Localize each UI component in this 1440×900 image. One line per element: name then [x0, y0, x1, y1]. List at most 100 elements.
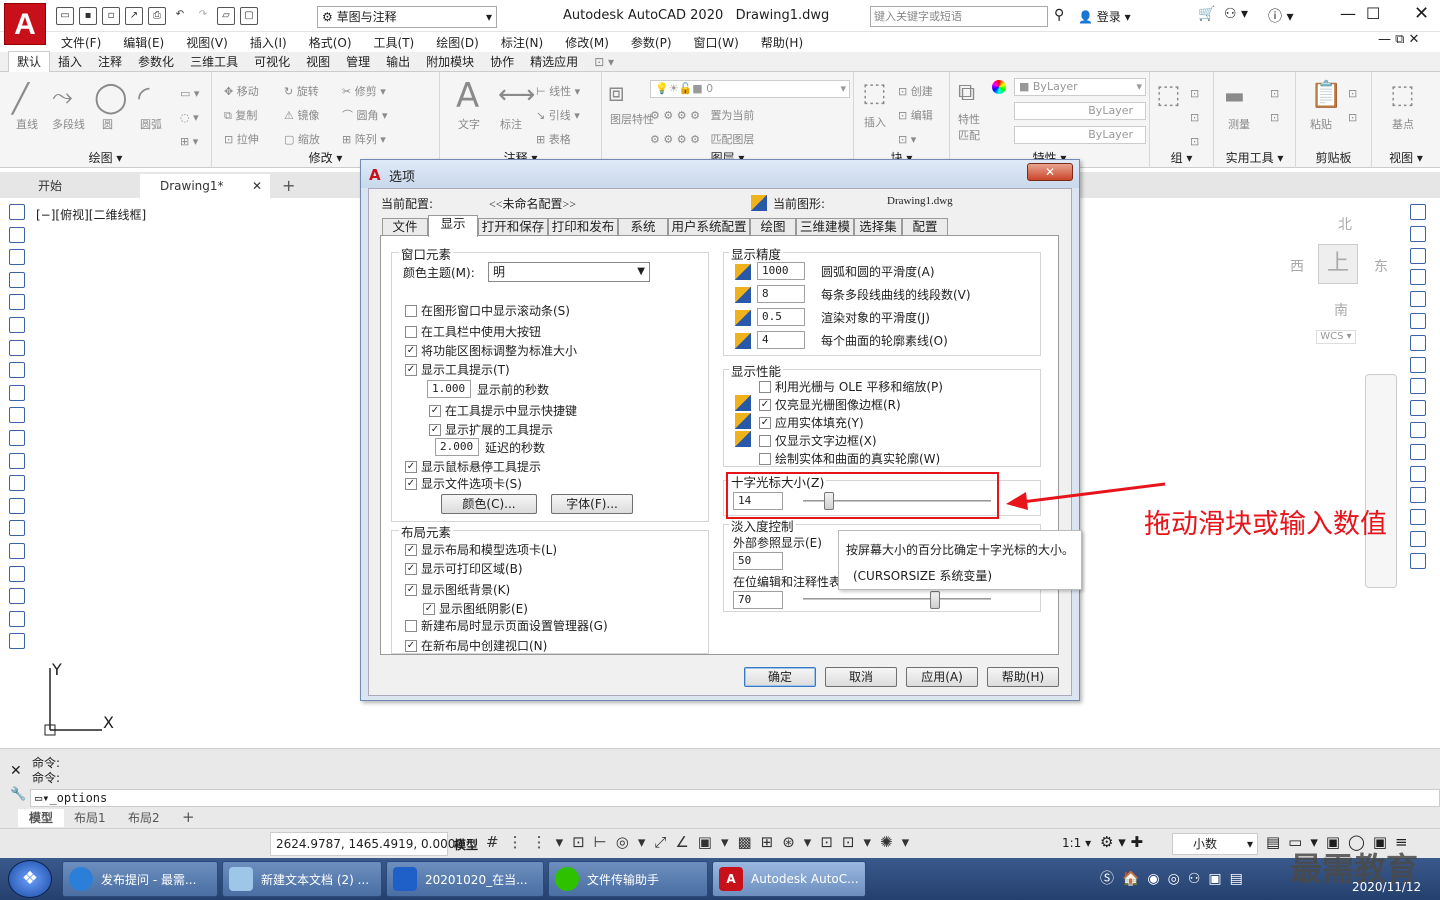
workspace-select[interactable]: ⚙ 草图与注释 ▾	[317, 6, 497, 28]
ribbon-toggle-icon[interactable]: ⊡ ▾	[586, 52, 622, 72]
tool-construct-icon[interactable]	[9, 226, 25, 243]
extended-tips-checkbox[interactable]: ✓ 显示扩展的工具提示	[429, 421, 553, 438]
modify-col-3[interactable]: ✂ 修剪 ▾ ⌒ 圆角 ▾ ⊞ 阵列 ▾	[342, 80, 388, 152]
arc-icon[interactable]: ◜	[138, 80, 150, 115]
close-icon[interactable]: ✕	[252, 174, 262, 198]
tooltips-checkbox[interactable]: ✓ 显示工具提示(T)	[405, 361, 510, 378]
tool-trim-icon[interactable]	[1410, 400, 1426, 417]
file-tabs-checkbox[interactable]: ✓ 显示文件选项卡(S)	[405, 475, 522, 492]
cancel-button[interactable]: 取消	[825, 667, 897, 687]
tool-extend-icon[interactable]	[1410, 421, 1426, 438]
dialog-title-bar[interactable]: A 选项 ✕	[361, 160, 1079, 188]
minimize-button[interactable]: —	[1340, 4, 1356, 23]
tool-point-icon[interactable]	[9, 497, 25, 514]
paper-background-checkbox[interactable]: ✓ 显示图纸背景(K)	[405, 581, 510, 598]
viewcube-face[interactable]: 上	[1318, 244, 1358, 284]
viewport-controls[interactable]: [−][俯视][二维线框]	[36, 206, 146, 223]
tab-insert[interactable]: 插入	[50, 52, 90, 72]
tool-chamfer-icon[interactable]	[1410, 509, 1426, 526]
tool-scale-icon[interactable]	[1410, 356, 1426, 373]
units-select[interactable]: 小数 ▾	[1172, 833, 1258, 855]
folder-icon[interactable]: ▱	[217, 7, 235, 25]
maximize-button[interactable]: ☐	[1366, 4, 1380, 23]
true-silhouettes-checkbox[interactable]: 绘制实体和曲面的真实轮廓(W)	[759, 450, 940, 467]
fonts-button[interactable]: 字体(F)...	[551, 494, 633, 514]
tool-arc-icon[interactable]	[9, 316, 25, 333]
menu-file[interactable]: 文件(F)	[61, 34, 101, 51]
polyline-icon[interactable]: ⤳	[52, 82, 73, 113]
tool-stretch-icon[interactable]	[1410, 378, 1426, 395]
raster-frame-checkbox[interactable]: ✓ 仅亮显光栅图像边框(R)	[759, 396, 901, 413]
insert-block-icon[interactable]: ⬚	[862, 78, 887, 108]
tool-revcloud-icon[interactable]	[9, 362, 25, 379]
draw-extra-icons[interactable]: ▭ ▾ ◌ ▾ ⊞ ▾	[180, 82, 199, 154]
tool-move-icon[interactable]	[1410, 312, 1426, 329]
tab-collaborate[interactable]: 协作	[482, 52, 522, 72]
modify-col-2[interactable]: ↻ 旋转 ⚠ 镜像 ▢ 缩放	[284, 80, 320, 152]
extended-delay-input[interactable]: 2.000	[435, 438, 479, 456]
tab-view[interactable]: 视图	[298, 52, 338, 72]
a360-icon[interactable]: ⚇ ▾	[1224, 6, 1248, 22]
circle-icon[interactable]: ◯	[94, 80, 128, 115]
undo-icon[interactable]: ↶	[171, 7, 189, 25]
create-viewport-checkbox[interactable]: ✓ 在新布局中创建视口(N)	[405, 637, 547, 654]
polyline-segments-input[interactable]: 8	[757, 285, 805, 303]
menu-view[interactable]: 视图(V)	[186, 34, 228, 51]
dimension-icon[interactable]: ⟷	[498, 80, 535, 110]
modify-col-1[interactable]: ✥ 移动 ⧉ 复制 ⊡ 拉伸	[224, 80, 259, 152]
taskbar-item-video[interactable]: 20201020_在当...	[386, 861, 544, 897]
group-icon[interactable]: ⬚	[1156, 80, 1181, 110]
color-theme-select[interactable]: 明 ▼	[488, 262, 650, 282]
color-select[interactable]: ■ ByLayer ▾	[1014, 78, 1146, 96]
tab-profiles[interactable]: 配置	[902, 218, 948, 236]
command-input[interactable]: ▭▾_options	[30, 789, 1440, 807]
arc-smoothness-input[interactable]: 1000	[757, 262, 805, 280]
text-frame-checkbox[interactable]: 仅显示文字边框(X)	[759, 432, 877, 449]
close-icon[interactable]: ✕	[10, 763, 22, 779]
line-icon[interactable]: ╱	[12, 82, 29, 115]
tool-hatch-icon[interactable]	[9, 520, 25, 537]
binoculars-icon[interactable]: ⚲	[1054, 7, 1064, 23]
tool-add-icon[interactable]	[9, 633, 25, 650]
tab-output[interactable]: 输出	[378, 52, 418, 72]
help-icon[interactable]: ⓘ ▾	[1268, 6, 1293, 26]
tab-selection[interactable]: 选择集	[854, 218, 902, 236]
menu-window[interactable]: 窗口(W)	[694, 34, 739, 51]
share-icon[interactable]: ▢	[240, 7, 258, 25]
save-icon[interactable]: ▪	[79, 7, 97, 25]
tab-layout1[interactable]: 布局1	[74, 809, 106, 827]
wcs-menu[interactable]: WCS ▾	[1316, 330, 1356, 344]
tab-user-preferences[interactable]: 用户系统配置	[668, 218, 750, 236]
tooltip-delay-input[interactable]: 1.000	[427, 380, 471, 398]
menu-tools[interactable]: 工具(T)	[374, 34, 415, 51]
colors-button[interactable]: 颜色(C)...	[441, 494, 537, 514]
new-icon[interactable]: ▭	[56, 7, 74, 25]
tool-polyline-icon[interactable]	[9, 249, 25, 266]
settings-icon[interactable]: ⚙ ▾ ✚	[1100, 833, 1143, 851]
tab-manage[interactable]: 管理	[338, 52, 378, 72]
layer-select[interactable]: 💡☀🔓■ 0 ▾	[650, 80, 850, 98]
clipboard-tools[interactable]: ⊡ ⊡	[1348, 82, 1357, 130]
tool-join-icon[interactable]	[1410, 487, 1426, 504]
printable-area-checkbox[interactable]: ✓ 显示可打印区域(B)	[405, 560, 523, 577]
annotation-scale[interactable]: 1:1 ▾	[1062, 836, 1091, 850]
model-space-button[interactable]: 模型	[454, 836, 478, 853]
tool-block-icon[interactable]	[9, 475, 25, 492]
taskbar-item-wechat[interactable]: 文件传输助手	[548, 861, 708, 897]
system-tray-icons[interactable]: Ⓢ🏠◉◎⚇▣▤	[1100, 868, 1251, 888]
group-tools[interactable]: ⊡ ⊡ ⊡	[1190, 82, 1199, 154]
layout-model-tabs-checkbox[interactable]: ✓ 显示布局和模型选项卡(L)	[405, 541, 557, 558]
paper-shadow-checkbox[interactable]: ✓ 显示图纸阴影(E)	[423, 600, 528, 617]
tool-line-icon[interactable]	[9, 204, 25, 220]
xref-display-input[interactable]: 50	[733, 552, 783, 570]
tab-default[interactable]: 默认	[8, 51, 51, 72]
menu-modify[interactable]: 修改(M)	[565, 34, 609, 51]
tool-erase-icon[interactable]	[1410, 204, 1426, 220]
layer-properties-icon[interactable]: ⧈	[608, 78, 625, 109]
tool-break2-icon[interactable]	[1410, 465, 1426, 482]
paste-icon[interactable]: 📋	[1310, 80, 1342, 110]
status-toggle-icons[interactable]: #⋮⋮▾⊡⊢◎▾⤢∠▣▾▩⊞⊛▾⊡⊡▾✺▾	[486, 833, 918, 851]
tool-ellipse-icon[interactable]	[9, 407, 25, 424]
inplace-slider-thumb[interactable]	[929, 591, 940, 609]
login-link[interactable]: 👤 登录 ▾	[1078, 8, 1131, 25]
